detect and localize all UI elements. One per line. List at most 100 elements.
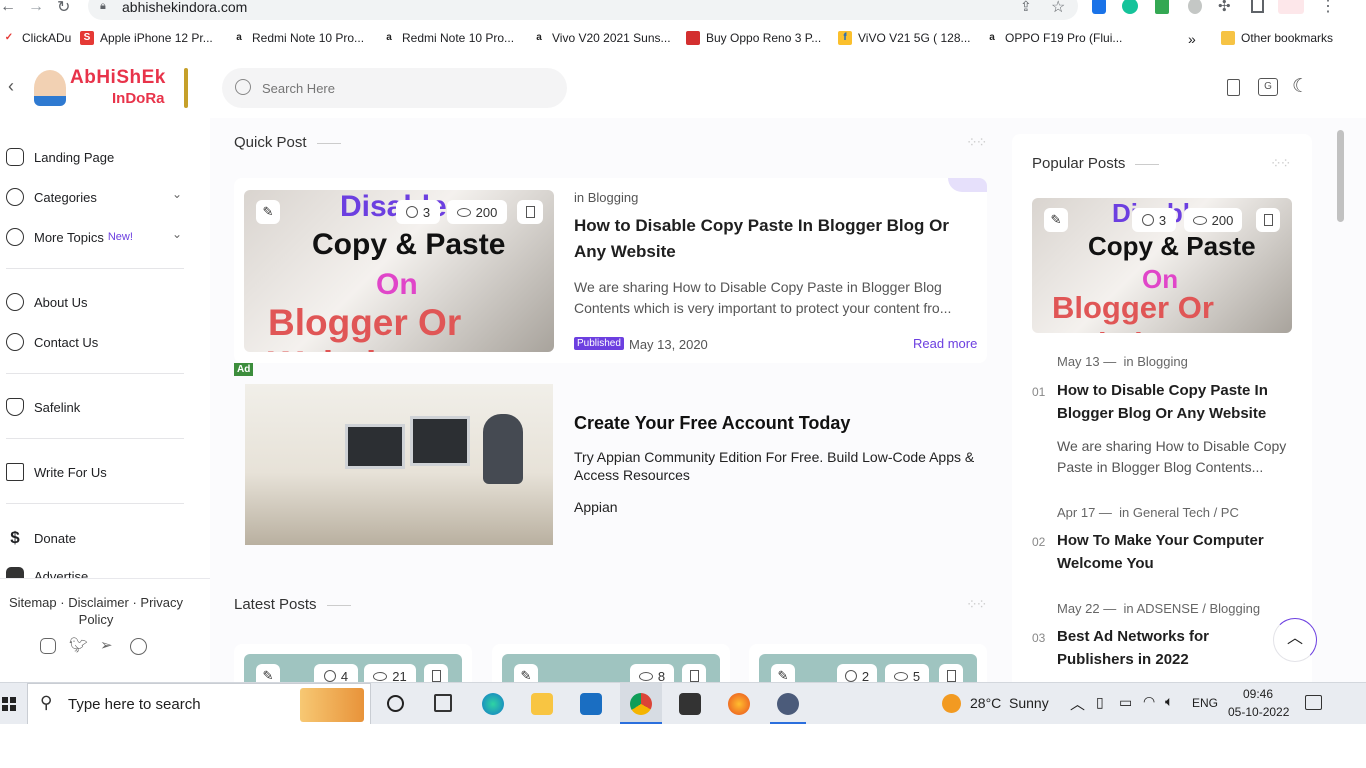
network-icon[interactable]: ▯: [1096, 694, 1104, 711]
puzzle-icon[interactable]: ✣: [1218, 0, 1231, 15]
sidebar-item-more-topics[interactable]: More Topics New!: [6, 228, 133, 246]
post-thumbnail[interactable]: ✎ 4 21: [244, 654, 462, 682]
telegram-icon[interactable]: ➢: [100, 636, 113, 654]
ad-image[interactable]: [245, 384, 553, 545]
chrome-icon[interactable]: [630, 693, 652, 715]
windows-start-icon[interactable]: [2, 697, 16, 711]
sidebar-item-advertise[interactable]: Advertise: [6, 567, 88, 578]
read-more-link[interactable]: Read more: [913, 336, 977, 351]
extension-2-icon[interactable]: [1188, 0, 1202, 14]
latest-post-card[interactable]: ✎ 8: [492, 644, 730, 682]
popular-category[interactable]: Blogging: [1137, 354, 1188, 369]
popular-title[interactable]: How to Disable Copy Paste In Blogger Blo…: [1057, 379, 1297, 425]
analytics-icon[interactable]: [1155, 0, 1169, 14]
grammarly-icon[interactable]: [1122, 0, 1138, 14]
store-icon[interactable]: [580, 693, 602, 715]
back-chevron-icon[interactable]: ‹: [8, 76, 14, 97]
ad-body[interactable]: Try Appian Community Edition For Free. B…: [574, 448, 1014, 484]
bookmark-item[interactable]: a OPPO F19 Pro (Flui...: [985, 31, 1122, 45]
edit-chip[interactable]: ✎: [771, 664, 795, 682]
sidebar-item-about-us[interactable]: About Us: [6, 293, 87, 311]
sidebar-item-contact-us[interactable]: Contact Us: [6, 333, 98, 351]
weather-condition[interactable]: Sunny: [1009, 695, 1049, 711]
bookmark-item[interactable]: f ViVO V21 5G ( 128...: [838, 31, 971, 45]
address-bar[interactable]: 🔒︎ abhishekindora.com: [88, 0, 1078, 20]
edit-chip[interactable]: ✎: [514, 664, 538, 682]
weather-temperature[interactable]: 28°C: [970, 695, 1001, 711]
sidebar-footer-links[interactable]: Sitemap · Disclaimer · Privacy Policy: [4, 594, 188, 628]
bookmark-item[interactable]: a Vivo V20 2021 Suns...: [532, 31, 670, 45]
share-icon[interactable]: ⇪: [1020, 0, 1032, 15]
extension-1-icon[interactable]: [1092, 0, 1106, 14]
sidebar-item-categories[interactable]: Categories: [6, 188, 97, 206]
firefox-icon[interactable]: [728, 693, 750, 715]
save-chip[interactable]: [424, 664, 448, 682]
app-icon[interactable]: [777, 693, 799, 715]
instagram-icon[interactable]: [40, 638, 56, 654]
sidebar-item-donate[interactable]: $ Donate: [6, 528, 76, 548]
sidebar-item-landing-page[interactable]: Landing Page: [6, 148, 114, 166]
bookmark-icon[interactable]: [1227, 79, 1240, 96]
profile-icon[interactable]: [1278, 0, 1304, 14]
popular-thumbnail[interactable]: Disable Copy & Paste On Blogger Or Websi…: [1032, 198, 1292, 333]
post-title[interactable]: How to Disable Copy Paste In Blogger Blo…: [574, 213, 974, 265]
chevron-down-icon[interactable]: ⌄: [172, 227, 182, 241]
sidebar-item-safelink[interactable]: Safelink: [6, 398, 80, 416]
bookmark-item[interactable]: Buy Oppo Reno 3 P...: [686, 31, 821, 45]
bookmark-item[interactable]: S Apple iPhone 12 Pr...: [80, 31, 213, 45]
edit-chip[interactable]: ✎: [1044, 208, 1068, 232]
dark-mode-moon-icon[interactable]: ☾: [1292, 75, 1309, 98]
other-bookmarks-folder[interactable]: Other bookmarks: [1221, 31, 1333, 45]
page-scrollbar-thumb[interactable]: [1337, 130, 1344, 222]
post-thumbnail[interactable]: ✎ 2 5: [759, 654, 977, 682]
scroll-to-top-button[interactable]: ︿: [1273, 618, 1317, 662]
pinterest-icon[interactable]: [130, 638, 147, 655]
chevron-down-icon[interactable]: ⌄: [172, 187, 182, 201]
latest-post-card[interactable]: ✎ 4 21: [234, 644, 472, 682]
forward-arrow-icon[interactable]: →: [28, 0, 44, 16]
notification-icon[interactable]: [1305, 695, 1322, 710]
back-arrow-icon[interactable]: ←: [0, 0, 16, 16]
edge-icon[interactable]: [482, 693, 504, 715]
file-explorer-icon[interactable]: [531, 693, 553, 715]
battery-icon[interactable]: ▭: [1119, 694, 1132, 711]
search-box[interactable]: [222, 68, 567, 108]
star-icon[interactable]: ☆: [1051, 0, 1065, 17]
popular-title[interactable]: How To Make Your Computer Welcome You: [1057, 529, 1302, 575]
post-thumbnail[interactable]: ✎ 8: [502, 654, 720, 682]
category-link[interactable]: Blogging: [588, 190, 639, 205]
ad-title[interactable]: Create Your Free Account Today: [574, 413, 850, 434]
sidepanel-icon[interactable]: [1251, 0, 1264, 13]
task-view-icon[interactable]: [387, 695, 404, 712]
wifi-icon[interactable]: ◠: [1143, 693, 1155, 710]
more-bookmarks-button[interactable]: »: [1188, 31, 1196, 47]
widgets-icon[interactable]: [434, 694, 452, 712]
chevron-up-icon[interactable]: ︿: [1070, 693, 1085, 714]
site-logo[interactable]: AbHiShEk InDoRa: [34, 66, 194, 112]
edit-chip[interactable]: ✎: [256, 664, 280, 682]
save-chip[interactable]: [1256, 208, 1280, 232]
weather-sun-icon[interactable]: [942, 694, 961, 713]
post-thumbnail[interactable]: Disable Copy & Paste On Blogger Or Websi…: [244, 190, 554, 352]
clock-date[interactable]: 05-10-2022: [1228, 705, 1289, 719]
save-chip[interactable]: [517, 200, 543, 224]
bookmark-item[interactable]: a Redmi Note 10 Pro...: [382, 31, 514, 45]
translate-icon[interactable]: G: [1258, 78, 1278, 96]
reload-icon[interactable]: ↻: [57, 0, 70, 17]
twitter-icon[interactable]: 🐦︎: [69, 636, 88, 654]
edit-chip[interactable]: ✎: [256, 200, 280, 224]
quick-post-card[interactable]: Disable Copy & Paste On Blogger Or Websi…: [234, 178, 987, 363]
latest-post-card[interactable]: ✎ 2 5: [749, 644, 987, 682]
ad-brand[interactable]: Appian: [574, 499, 618, 515]
taskbar-search-box[interactable]: ⚲ Type here to search: [27, 683, 371, 725]
popular-category[interactable]: ADSENSE / Blogging: [1137, 601, 1261, 616]
clock-time[interactable]: 09:46: [1243, 687, 1273, 701]
save-chip[interactable]: [682, 664, 706, 682]
bookmark-item[interactable]: ✓ ClickADu: [2, 31, 72, 45]
language-indicator[interactable]: ENG: [1192, 696, 1218, 710]
sidebar-item-write-for-us[interactable]: Write For Us: [6, 463, 107, 481]
save-chip[interactable]: [939, 664, 963, 682]
search-input[interactable]: [262, 76, 552, 100]
bookmark-item[interactable]: a Redmi Note 10 Pro...: [232, 31, 364, 45]
menu-kebab-icon[interactable]: ⋮: [1320, 0, 1336, 16]
